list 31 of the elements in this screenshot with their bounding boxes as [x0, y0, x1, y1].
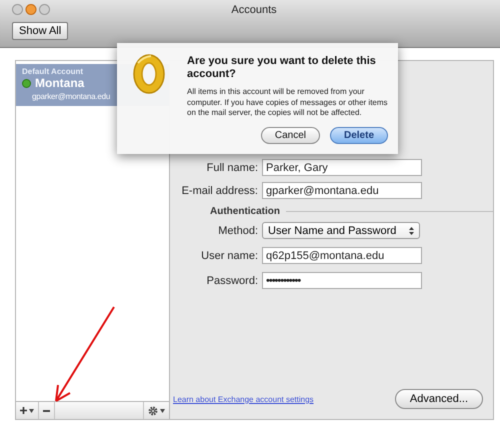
window-controls-drawing[interactable] [12, 4, 50, 15]
text-field[interactable]: gparker@montana.edu [262, 182, 422, 199]
dialog-title: Are you sure you want to delete this account? [187, 55, 377, 82]
field-label: E-mail address: [180, 184, 258, 196]
text-field[interactable]: Parker, Gary [262, 159, 422, 176]
exchange-settings-link[interactable]: Learn about Exchange account settings [173, 394, 314, 404]
plus-icon [20, 407, 27, 414]
section-heading: Authentication [210, 206, 280, 217]
window-title: Accounts [231, 4, 277, 16]
dialog-button[interactable]: Delete [330, 126, 388, 144]
minus-icon [43, 410, 50, 412]
app-logo-icon [131, 53, 167, 95]
group-label: Default Account [22, 67, 84, 76]
advanced-button[interactable]: Advanced... [394, 389, 483, 409]
account-email: gparker@montana.edu [31, 92, 110, 101]
field-label: User name: [200, 250, 258, 262]
field-label: Full name: [206, 162, 258, 174]
text-field[interactable]: q62p155@montana.edu [262, 247, 422, 264]
dropdown-value: User Name and Password [268, 224, 396, 236]
show-all-button[interactable]: Show All [12, 22, 68, 40]
password-field[interactable]: •••••••••••• [262, 272, 422, 289]
caret-icon [160, 408, 165, 412]
method-dropdown[interactable]: User Name and Password [262, 222, 420, 239]
caret-icon [29, 408, 34, 412]
gear-icon [148, 406, 158, 416]
account-name: Montana [35, 76, 84, 90]
field-label: Password: [206, 274, 258, 286]
dialog-button[interactable]: Cancel [260, 126, 320, 144]
dialog-message: All items in this account will be removed from your computer. If you have copies of messages or other items on the mail server, the copies will not be affected. [187, 87, 388, 119]
field-label: Method: [217, 224, 258, 236]
updown-arrows-icon [409, 226, 414, 234]
